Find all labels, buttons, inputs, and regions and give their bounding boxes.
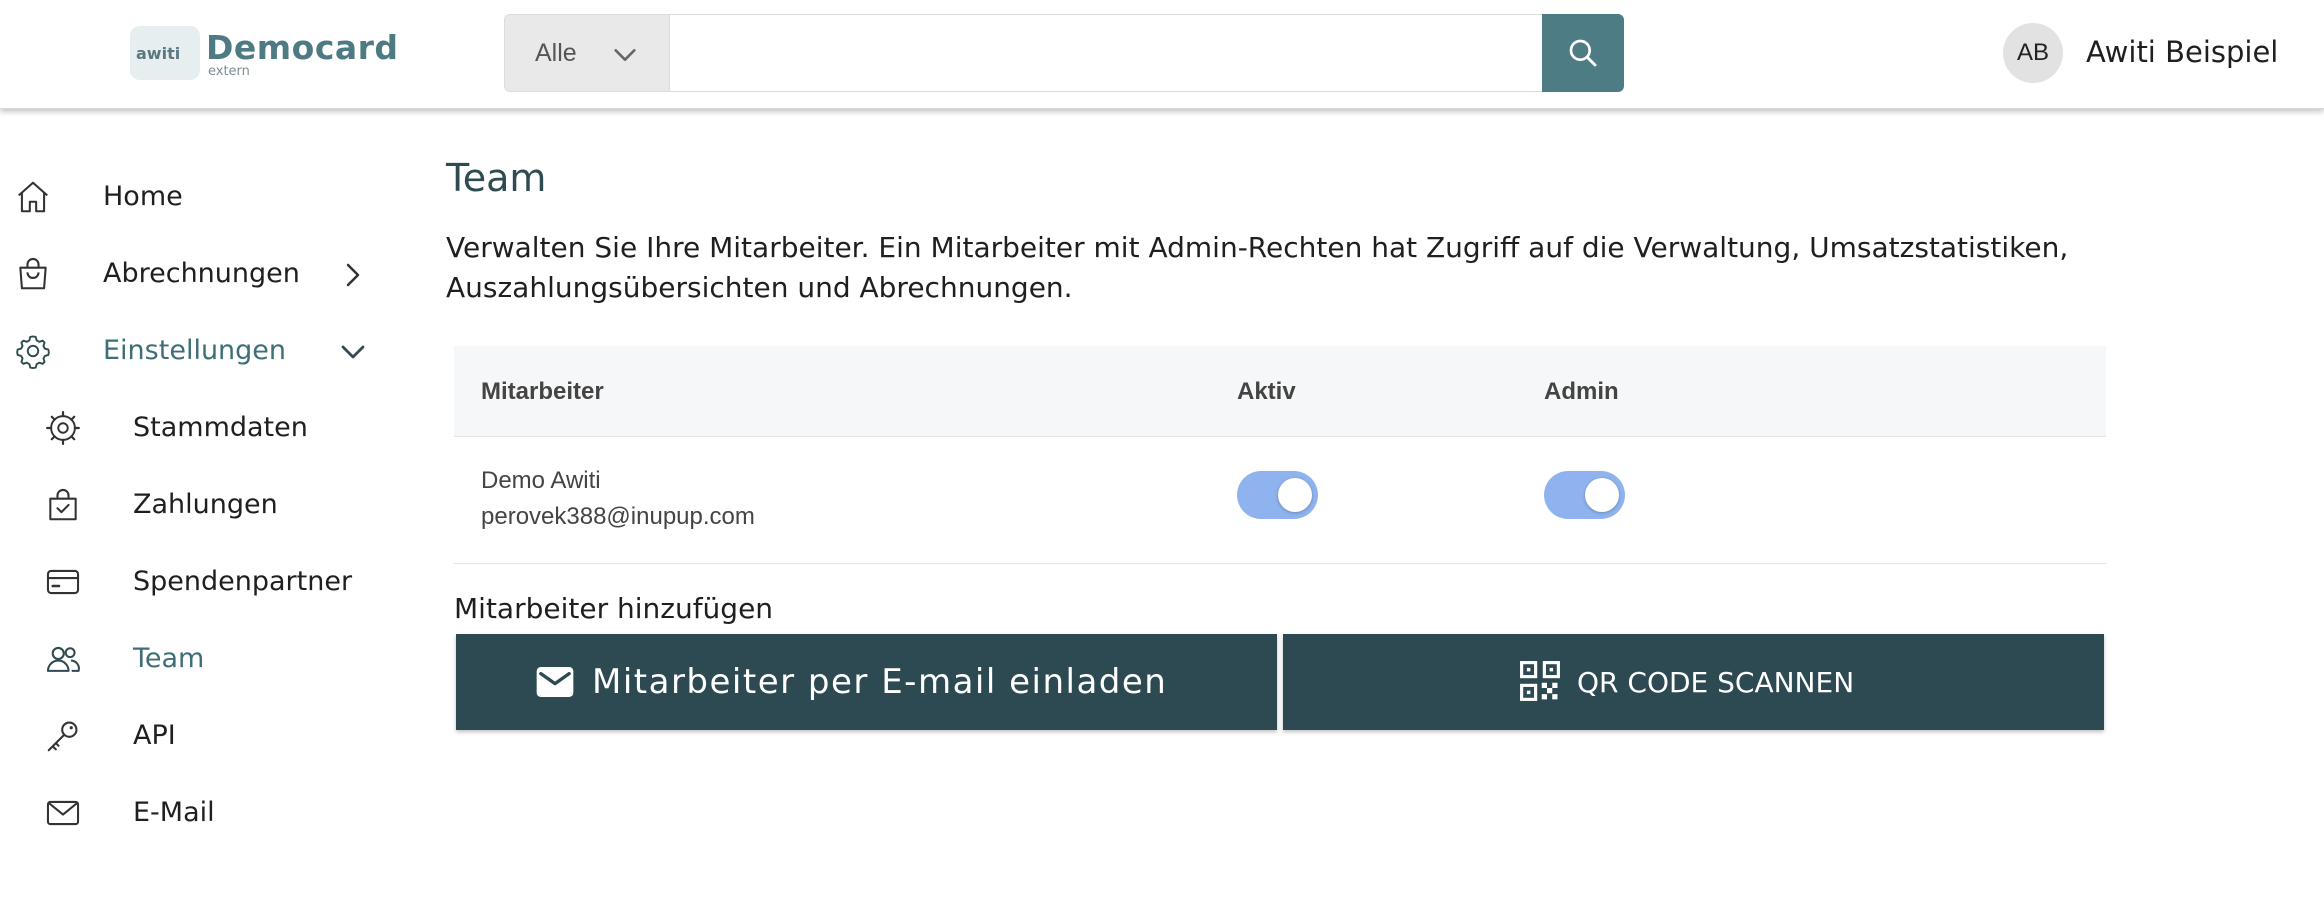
sidebar-item-email[interactable]: E-Mail (0, 777, 400, 847)
sidebar-item-label: Team (133, 643, 205, 674)
employee-email: perovek388@inupup.com (481, 503, 755, 530)
logo-name: Democard (206, 28, 399, 67)
sidebar-item-api[interactable]: API (0, 700, 400, 770)
logo-badge-text: awiti (136, 44, 181, 63)
gear-icon (16, 335, 50, 370)
logo-subtitle: extern (208, 64, 250, 79)
shopping-bag-icon (19, 258, 47, 290)
top-header: awiti Democard extern Alle AB Awiti Beis… (0, 0, 2324, 109)
user-avatar[interactable]: AB (2003, 23, 2063, 83)
page-title: Team (446, 156, 547, 200)
sidebar-item-zahlungen[interactable]: Zahlungen (0, 469, 400, 539)
column-header-admin: Admin (1544, 378, 1619, 405)
chevron-right-icon (346, 263, 360, 287)
people-icon (46, 646, 80, 672)
search-button[interactable] (1542, 14, 1624, 92)
toggle-knob (1278, 478, 1312, 512)
sidebar-item-abrechnungen[interactable]: Abrechnungen (0, 238, 400, 308)
sidebar-item-label: Stammdaten (133, 412, 308, 443)
sidebar-item-spendenpartner[interactable]: Spendenpartner (0, 546, 400, 616)
invite-button-label: Mitarbeiter per E-mail einladen (592, 662, 1168, 702)
column-header-mitarbeiter: Mitarbeiter (481, 378, 604, 405)
team-table-header: Mitarbeiter Aktiv Admin (454, 346, 2106, 437)
search-icon (1569, 39, 1597, 67)
user-name[interactable]: Awiti Beispiel (2086, 35, 2278, 69)
add-employee-heading: Mitarbeiter hinzufügen (454, 592, 774, 625)
home-icon (18, 181, 48, 213)
invite-by-email-button[interactable]: Mitarbeiter per E-mail einladen (456, 634, 1277, 730)
qr-code-icon (1520, 661, 1560, 701)
envelope-icon (536, 667, 574, 697)
sidebar-item-label: Zahlungen (133, 489, 278, 520)
sidebar-item-label: Einstellungen (103, 335, 287, 366)
sidebar-item-label: Home (103, 181, 183, 212)
sidebar-item-einstellungen[interactable]: Einstellungen (0, 315, 400, 385)
employee-name: Demo Awiti (481, 467, 601, 494)
key-icon (47, 721, 78, 752)
bag-check-icon (49, 489, 77, 521)
table-row: Demo Awiti perovek388@inupup.com (454, 437, 2106, 564)
sidebar-item-stammdaten[interactable]: Stammdaten (0, 392, 400, 462)
search-scope-select[interactable]: Alle (504, 14, 670, 92)
qr-button-label: QR CODE SCANNEN (1577, 666, 1855, 699)
credit-card-icon (46, 569, 80, 595)
search-input[interactable] (670, 14, 1542, 92)
sidebar-item-label: Abrechnungen (103, 258, 300, 289)
search-bar: Alle (504, 14, 1624, 92)
chevron-down-icon (614, 49, 636, 61)
search-scope-label: Alle (535, 39, 577, 67)
awiti-logo-badge: awiti (130, 26, 200, 80)
column-header-aktiv: Aktiv (1237, 378, 1296, 405)
scan-qr-code-button[interactable]: QR CODE SCANNEN (1283, 634, 2104, 730)
sidebar-item-label: Spendenpartner (133, 566, 353, 597)
admin-toggle[interactable] (1544, 471, 1625, 519)
page-description: Verwalten Sie Ihre Mitarbeiter. Ein Mita… (446, 231, 2069, 304)
cog-outline-icon (46, 411, 80, 445)
sidebar-item-label: API (133, 720, 176, 751)
active-toggle[interactable] (1237, 471, 1318, 519)
toggle-knob (1585, 478, 1619, 512)
democard-logo[interactable]: awiti Democard extern (130, 22, 398, 84)
envelope-icon (46, 800, 80, 826)
sidebar-item-home[interactable]: Home (0, 161, 400, 231)
chevron-down-icon (341, 345, 365, 359)
sidebar-item-label: E-Mail (133, 797, 215, 828)
sidebar-item-team[interactable]: Team (0, 623, 400, 693)
